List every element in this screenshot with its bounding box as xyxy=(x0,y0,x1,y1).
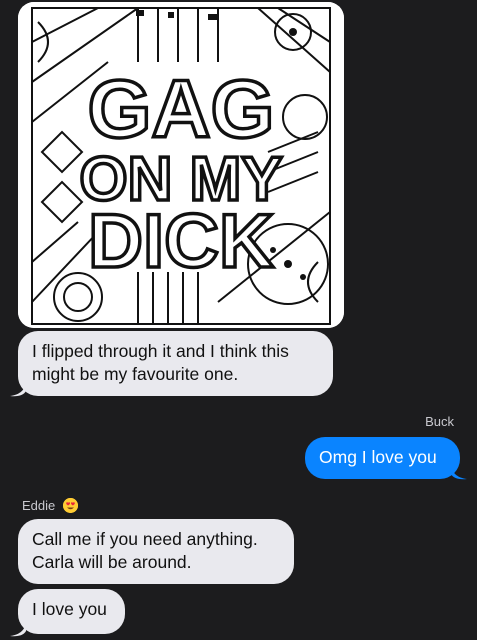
heart-eyes-emoji-icon xyxy=(62,498,78,513)
message-text: might be my favourite one. xyxy=(32,364,239,384)
message-thread: GAG ON MY DICK I flipped through it and … xyxy=(0,0,477,640)
message-text: Omg I love you xyxy=(319,447,437,467)
message-text: I flipped through it and I think this xyxy=(32,341,289,361)
message-bubble-incoming[interactable]: I love you xyxy=(18,589,125,634)
message-text: Call me if you need anything. xyxy=(32,529,258,549)
sender-label-eddie: Eddie xyxy=(22,498,78,513)
message-text: I love you xyxy=(32,599,107,619)
sender-label-buck: Buck xyxy=(425,414,454,429)
message-bubble-outgoing[interactable]: Omg I love you xyxy=(305,437,460,479)
coloring-page-image: GAG ON MY DICK xyxy=(18,2,344,328)
message-bubble-incoming[interactable]: Call me if you need anything. Carla will… xyxy=(18,519,294,584)
image-attachment[interactable]: GAG ON MY DICK xyxy=(18,2,344,328)
message-text: Carla will be around. xyxy=(32,552,192,572)
art-line-3: DICK xyxy=(88,199,274,284)
art-line-1: GAG xyxy=(88,64,275,155)
message-bubble-incoming[interactable]: I flipped through it and I think this mi… xyxy=(18,331,333,396)
